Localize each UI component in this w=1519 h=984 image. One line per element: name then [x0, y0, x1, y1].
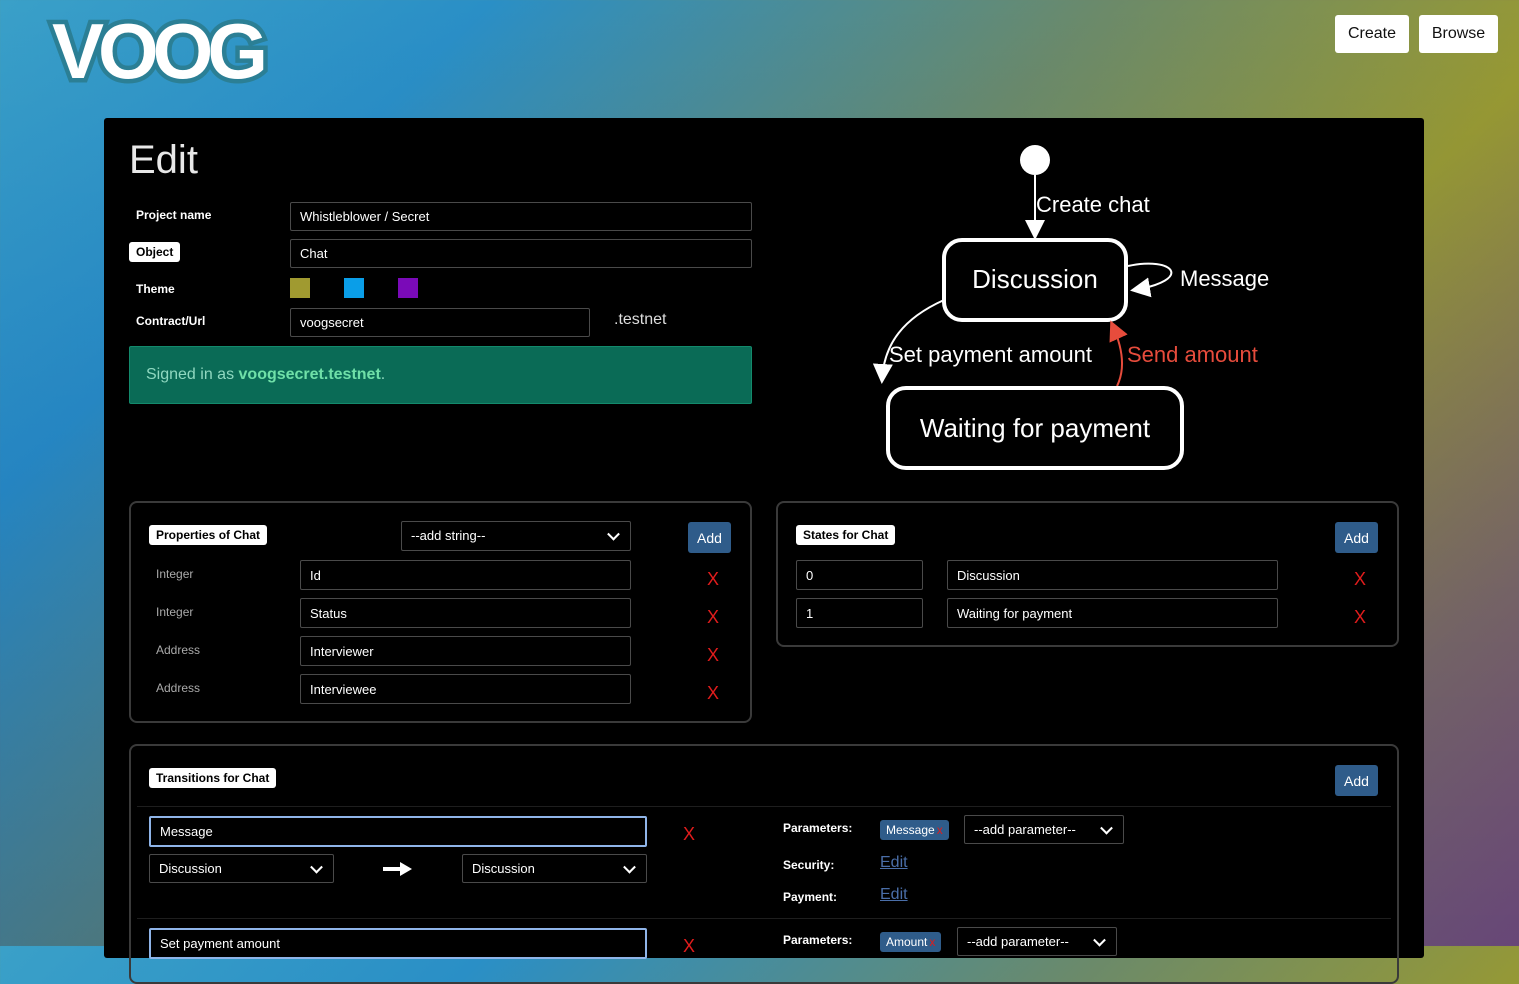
delete-transition-button[interactable]: X	[683, 936, 695, 957]
edge-label-message: Message	[1180, 266, 1269, 291]
signed-in-suffix: .	[380, 366, 386, 383]
state-label-waiting-for-payment: Waiting for payment	[920, 413, 1151, 443]
signed-in-account: voogsecret.testnet	[238, 366, 381, 383]
state-label-discussion: Discussion	[972, 264, 1098, 294]
object-label: Object	[129, 242, 181, 262]
edge-send-amount	[1109, 320, 1128, 387]
states-title: States for Chat	[796, 525, 896, 545]
property-type-select-value: --add string--	[411, 528, 486, 543]
edit-panel: Edit Project name Object Theme Contract/…	[104, 118, 1424, 984]
remove-parameter-icon[interactable]: x	[937, 823, 943, 837]
add-parameter-select[interactable]: --add parameter--	[964, 815, 1124, 844]
theme-label: Theme	[136, 282, 175, 296]
transition-to-select[interactable]: Discussion	[462, 854, 647, 883]
edge-label-create-chat: Create chat	[1036, 192, 1150, 217]
property-name-input[interactable]	[300, 598, 631, 628]
parameter-tag[interactable]: Message x	[880, 820, 949, 840]
state-id-input[interactable]	[796, 560, 923, 590]
state-name-input[interactable]	[947, 560, 1278, 590]
delete-property-button[interactable]: X	[707, 607, 719, 628]
parameter-tag-label: Message	[886, 823, 935, 837]
property-name-input[interactable]	[300, 560, 631, 590]
property-type-label: Address	[156, 643, 201, 657]
property-name-input[interactable]	[300, 636, 631, 666]
remove-parameter-icon[interactable]: x	[929, 935, 935, 949]
chevron-down-icon	[1100, 821, 1113, 835]
chevron-down-icon	[1093, 933, 1106, 947]
transition-from-select[interactable]: Discussion	[149, 854, 334, 883]
contract-label: Contract/Url	[136, 314, 206, 328]
transition-name-input[interactable]	[149, 816, 647, 847]
divider	[137, 806, 1391, 807]
property-type-select[interactable]: --add string--	[401, 521, 631, 551]
property-name-input[interactable]	[300, 674, 631, 704]
page-title: Edit	[129, 138, 198, 182]
transition-from-value: Discussion	[159, 861, 222, 876]
theme-swatch-purple[interactable]	[398, 278, 418, 298]
edge-label-send-amount: Send amount	[1127, 342, 1258, 367]
edge-label-set-payment-amount: Set payment amount	[889, 342, 1092, 367]
transition-name-input[interactable]	[149, 928, 647, 959]
transitions-title: Transitions for Chat	[149, 768, 277, 788]
contract-suffix: .testnet	[614, 311, 667, 328]
properties-box: Properties of Chat --add string-- Add In…	[129, 501, 752, 723]
security-label: Security:	[783, 858, 835, 872]
chevron-down-icon	[623, 860, 636, 874]
signed-in-alert: Signed in as voogsecret.testnet.	[129, 346, 752, 404]
transition-to-value: Discussion	[472, 861, 535, 876]
properties-title: Properties of Chat	[149, 525, 268, 545]
project-name-input[interactable]	[290, 202, 752, 231]
add-property-button[interactable]: Add	[688, 522, 731, 553]
browse-button[interactable]: Browse	[1419, 15, 1498, 53]
contract-input[interactable]	[290, 308, 590, 337]
state-name-input[interactable]	[947, 598, 1278, 628]
property-type-label: Address	[156, 681, 201, 695]
chevron-down-icon	[310, 860, 323, 874]
states-box: States for Chat Add X X	[776, 501, 1399, 647]
property-type-label: Integer	[156, 605, 194, 619]
property-type-label: Integer	[156, 567, 194, 581]
create-button[interactable]: Create	[1335, 15, 1409, 53]
security-edit-link[interactable]: Edit	[880, 854, 908, 872]
state-id-input[interactable]	[796, 598, 923, 628]
logo-text: VOOG	[52, 10, 263, 95]
parameters-label: Parameters:	[783, 933, 853, 947]
project-name-label: Project name	[136, 208, 212, 222]
edge-message	[1127, 262, 1173, 298]
add-transition-button[interactable]: Add	[1335, 765, 1378, 796]
transitions-box: Transitions for Chat Add X Discussion Di…	[129, 744, 1399, 984]
theme-swatch-olive[interactable]	[290, 278, 310, 298]
signed-in-prefix: Signed in as	[146, 366, 239, 383]
delete-state-button[interactable]: X	[1354, 569, 1366, 590]
delete-transition-button[interactable]: X	[683, 824, 695, 845]
delete-property-button[interactable]: X	[707, 683, 719, 704]
divider	[137, 918, 1391, 919]
add-state-button[interactable]: Add	[1335, 522, 1378, 553]
voog-logo[interactable]: VOOG	[34, 10, 280, 100]
add-parameter-select[interactable]: --add parameter--	[957, 927, 1117, 956]
chevron-down-icon	[607, 527, 620, 541]
delete-property-button[interactable]: X	[707, 569, 719, 590]
parameters-label: Parameters:	[783, 821, 853, 835]
arrow-right-icon	[383, 862, 412, 876]
parameter-tag[interactable]: Amount x	[880, 932, 942, 952]
delete-property-button[interactable]: X	[707, 645, 719, 666]
add-parameter-value: --add parameter--	[974, 822, 1076, 837]
delete-state-button[interactable]: X	[1354, 607, 1366, 628]
theme-swatch-blue[interactable]	[344, 278, 364, 298]
object-input[interactable]	[290, 239, 752, 268]
start-node	[1020, 145, 1050, 175]
add-parameter-value: --add parameter--	[967, 934, 1069, 949]
edge-set-payment-amount	[872, 299, 945, 384]
payment-label: Payment:	[783, 890, 838, 904]
state-diagram: Create chat Discussion Message Set payme…	[872, 145, 1269, 470]
parameter-tag-label: Amount	[886, 935, 928, 949]
payment-edit-link[interactable]: Edit	[880, 886, 908, 904]
